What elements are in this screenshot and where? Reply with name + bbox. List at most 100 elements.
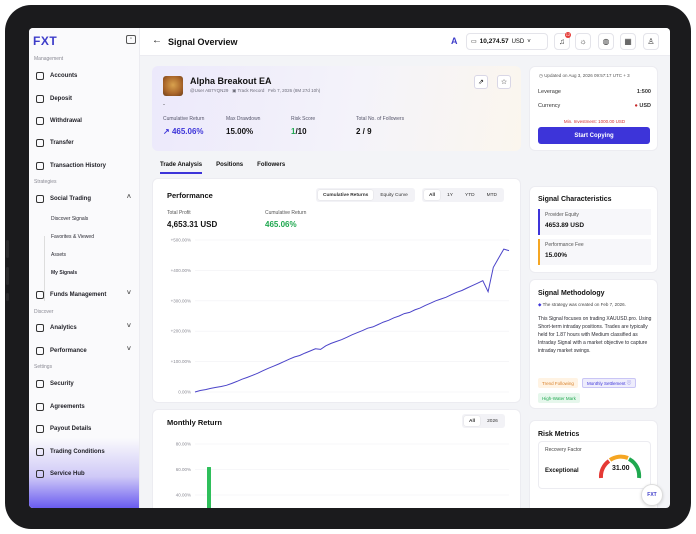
sidebar-item-analytics[interactable]: Analytics ˅ — [33, 319, 137, 336]
sidebar-item-label: Trading Conditions — [50, 448, 105, 455]
app-screen: FXT ▫ Management Accounts Deposit Withdr… — [29, 28, 670, 508]
range-ytd[interactable]: YTD — [460, 190, 480, 200]
tag-label: Monthly Settlement — [587, 380, 626, 386]
performance-card: Performance Cumulative Returns Equity Cu… — [152, 178, 521, 403]
cum-return-label: Cumulative Return — [265, 210, 307, 216]
provider-equity-label: Provider Equity — [545, 212, 579, 218]
filter-all[interactable]: All — [464, 416, 481, 426]
leverage-label: Leverage — [538, 89, 561, 95]
side-button — [6, 240, 9, 258]
accounts-icon — [36, 71, 44, 80]
back-arrow-icon[interactable]: ← — [152, 35, 162, 46]
side-button — [6, 293, 9, 301]
cum-return-value: 465.06% — [265, 220, 297, 229]
tag-high-water-mark: High-Water Mark — [538, 393, 580, 403]
stat-label: Max Drawdown — [226, 116, 261, 122]
tab-followers[interactable]: Followers — [257, 162, 285, 174]
sidebar-subitem-my-signals[interactable]: My Signals — [51, 270, 77, 276]
signal-overview-card: Alpha Breakout EA @User AB7YQN29 ▣ Track… — [152, 66, 521, 151]
risk-metrics-card: Risk Metrics Recovery Factor Exceptional… — [529, 420, 658, 508]
start-copying-button[interactable]: Start Copying — [538, 127, 650, 144]
wallet-balance[interactable]: ▭ 10,274.57 USD ˅ — [466, 33, 548, 50]
sidebar-item-transfer[interactable]: Transfer — [33, 134, 137, 151]
globe-icon: ◍ — [602, 37, 610, 46]
monthly-return-bar-chart: 80.00%60.00%40.00%20.00% — [176, 442, 509, 508]
notifications-button[interactable]: ♫ 12 — [554, 32, 571, 50]
sidebar-item-deposit[interactable]: Deposit — [33, 90, 137, 107]
y-tick-label: 40.00% — [176, 493, 191, 498]
range-1y[interactable]: 1Y — [442, 190, 458, 200]
section-settings: Settings — [34, 364, 53, 370]
sidebar-item-transaction-history[interactable]: Transaction History — [33, 157, 137, 174]
language-button[interactable]: ◍ — [598, 33, 614, 50]
sidebar-item-label: Analytics — [50, 324, 77, 331]
sidebar-item-label: Withdrawal — [50, 117, 82, 124]
funds-icon — [36, 290, 44, 299]
share-icon: ⇗ — [478, 79, 484, 86]
page-title: Signal Overview — [168, 37, 238, 47]
investment-card: ◷ Updated on Aug 3, 2026 09:57:17 UTC + … — [529, 66, 658, 151]
monthly-filter-toggle: All 2026 — [462, 414, 505, 428]
total-profit-label: Total Profit — [167, 210, 191, 216]
chat-bubble-button[interactable]: FXT — [641, 484, 663, 506]
range-all[interactable]: All — [424, 190, 441, 200]
sidebar-subitem-favorites[interactable]: Favorites & Viewed — [51, 234, 94, 240]
apps-button[interactable]: ▦ — [620, 33, 636, 50]
filter-2026[interactable]: 2026 — [482, 416, 503, 426]
notification-count: 12 — [565, 32, 571, 38]
share-button[interactable]: ⇗ — [474, 75, 488, 89]
sidebar-subitem-assets[interactable]: Assets — [51, 252, 66, 258]
provider-equity-box: Provider Equity 4653.89 USD — [538, 209, 651, 235]
sidebar-item-label: Transaction History — [50, 162, 107, 169]
logo: FXT — [33, 34, 58, 48]
mode-equity-curve[interactable]: Equity Curve — [375, 190, 412, 200]
balance-currency: USD — [511, 38, 525, 45]
cumulative-return-value: ↗ 465.06% — [163, 127, 204, 136]
sidebar-item-label: Performance — [50, 347, 87, 354]
signal-meta: @User AB7YQN29 ▣ Track Record Feb 7, 202… — [190, 88, 320, 94]
chevron-up-icon: ˄ — [126, 194, 131, 201]
sidebar-item-funds-management[interactable]: Funds Management ˅ — [33, 286, 137, 303]
tag-trend-following: Trend Following — [538, 378, 578, 388]
performance-icon — [36, 346, 44, 355]
y-tick-label: +500.00% — [171, 238, 191, 243]
section-strategies: Strategies — [34, 179, 57, 185]
sidebar-item-social-trading[interactable]: Social Trading ˄ — [33, 190, 137, 207]
sidebar-item-withdrawal[interactable]: Withdrawal — [33, 112, 137, 129]
range-mtd[interactable]: MTD — [482, 190, 502, 200]
methodology-text: This Signal focuses on trading XAUUSD.pr… — [538, 316, 652, 354]
sidebar-item-service-hub[interactable]: Service Hub — [33, 465, 137, 482]
sidebar-item-security[interactable]: Security — [33, 375, 137, 392]
stat-label: Risk Score — [291, 116, 316, 122]
sidebar-subitem-discover-signals[interactable]: Discover Signals — [51, 216, 88, 222]
tab-trade-analysis[interactable]: Trade Analysis — [160, 162, 203, 174]
y-tick-label: +300.00% — [171, 298, 191, 303]
y-tick-label: 0.00% — [178, 390, 191, 395]
sidebar-item-agreements[interactable]: Agreements — [33, 398, 137, 415]
sidebar-item-trading-conditions[interactable]: Trading Conditions — [33, 443, 137, 460]
sidebar-item-label: Payout Details — [50, 425, 92, 432]
ai-assistant-icon[interactable]: A — [451, 36, 458, 46]
mode-cumulative-returns[interactable]: Cumulative Returns — [318, 190, 374, 200]
sidebar-item-payout-details[interactable]: Payout Details — [33, 420, 137, 437]
favorite-button[interactable]: ☆ — [497, 75, 511, 89]
collapse-sidebar-icon[interactable]: ▫ — [126, 35, 136, 44]
followers-value: 2 / 9 — [356, 127, 372, 136]
max-drawdown-value: 15.00% — [226, 127, 254, 136]
chevron-down-icon: ˅ — [126, 290, 131, 297]
sidebar-item-accounts[interactable]: Accounts — [33, 67, 137, 84]
sidebar-item-performance[interactable]: Performance ˅ — [33, 342, 137, 359]
deposit-icon — [36, 94, 44, 103]
profile-button[interactable]: ♙ — [643, 33, 659, 50]
trend-up-icon: ↗ — [163, 127, 172, 136]
currency-label: Currency — [538, 103, 561, 109]
min-investment-value: 1000.00 USD — [598, 119, 626, 124]
tab-positions[interactable]: Positions — [216, 162, 243, 174]
analytics-icon — [36, 323, 44, 332]
signal-methodology-card: Signal Methodology ◆ The strategy was cr… — [529, 279, 658, 409]
theme-toggle-button[interactable]: ☼ — [575, 33, 591, 50]
sidebar: FXT ▫ Management Accounts Deposit Withdr… — [29, 28, 140, 508]
wallet-icon: ▭ — [471, 39, 477, 45]
methodology-title: Signal Methodology — [538, 290, 605, 297]
created-date: Feb 7, 2026 (8M 27d 10h) — [268, 88, 321, 93]
